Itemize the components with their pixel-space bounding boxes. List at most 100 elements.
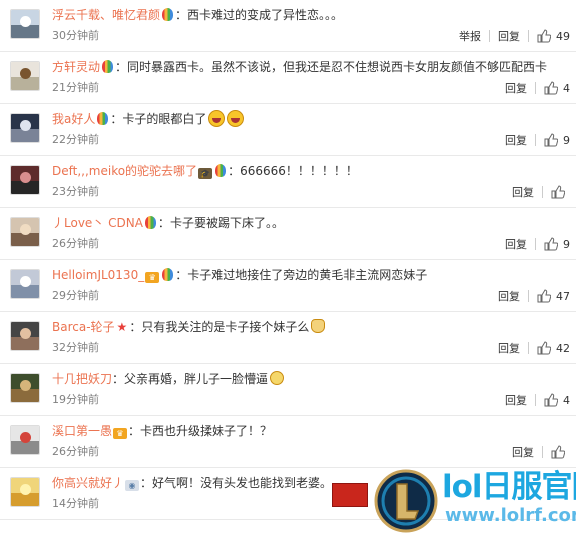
comment-username[interactable]: 浮云千载、唯忆君颜 [52, 8, 160, 22]
like-count: 4 [563, 393, 570, 407]
comment-actions: 回复 47 [498, 288, 570, 304]
like-count: 47 [556, 289, 570, 303]
thumbs-up-icon[interactable] [551, 445, 565, 459]
comment-colon: ： [128, 424, 141, 438]
action-divider [535, 134, 536, 146]
avatar[interactable] [10, 61, 40, 91]
league-of-legends-logo-icon [374, 469, 438, 533]
comment-text: 卡子的眼都白了 [122, 112, 207, 126]
comment-item: 丿Love丶 CDNA ：卡子要被踢下床了。。 26分钟前 回复 9 [0, 208, 576, 260]
reply-button[interactable]: 回复 [498, 288, 520, 304]
like-button[interactable] [551, 185, 570, 199]
like-button[interactable] [551, 445, 570, 459]
comment-time: 14分钟前 [52, 497, 99, 510]
comment-username[interactable]: Barca-轮子 [52, 320, 115, 334]
like-count: 49 [556, 29, 570, 43]
reply-button[interactable]: 回复 [505, 80, 527, 96]
comment-text: 父亲再婚，胖儿子一脸懵逼 [124, 372, 269, 386]
thumbs-up-icon[interactable] [544, 133, 558, 147]
comment-item: 溪口第一愚 ♛ ：卡西也升级揉妹子了！？ 26分钟前 回复 [0, 416, 576, 468]
reply-button[interactable]: 回复 [505, 392, 527, 408]
comment-username[interactable]: HelloimJL0130_ [52, 268, 144, 282]
comment-text: 同时暴露西卡。虽然不该说，但我还是忍不住想说西卡女朋友颜值不够匹配西卡 [127, 60, 548, 74]
like-button[interactable]: 9 [544, 237, 570, 251]
thumbs-up-icon[interactable] [537, 289, 551, 303]
action-divider [528, 342, 529, 354]
balloon-badge-icon [97, 112, 109, 125]
comment-username[interactable]: 你高兴就好丿 [52, 476, 124, 490]
comment-username[interactable]: 方轩灵动 [52, 60, 100, 74]
avatar[interactable] [10, 217, 40, 247]
comment-time: 21分钟前 [52, 81, 99, 94]
comment-list: 浮云千载、唯忆君颜 ：西卡难过的变成了异性恋。。。 30分钟前 举报 回复 49 方轩… [0, 0, 576, 520]
thumbs-up-icon[interactable] [544, 393, 558, 407]
action-divider [535, 82, 536, 94]
like-count: 9 [563, 237, 570, 251]
like-button[interactable]: 47 [537, 289, 570, 303]
avatar[interactable] [10, 477, 40, 507]
like-button[interactable]: 49 [537, 29, 570, 43]
avatar[interactable] [10, 425, 40, 455]
like-button[interactable]: 4 [544, 81, 570, 95]
comment-time: 29分钟前 [52, 289, 99, 302]
reply-button[interactable]: 回复 [505, 132, 527, 148]
comment-item: Deft,,,meiko的驼驼去哪了 🎓 ：666666！！！！！！ 23分钟前 回… [0, 156, 576, 208]
action-divider [528, 30, 529, 42]
thumbs-up-icon[interactable] [544, 81, 558, 95]
balloon-badge-icon [215, 164, 227, 177]
comment-item: 我a好人 ：卡子的眼都白了 22分钟前 回复 9 [0, 104, 576, 156]
comment-username[interactable]: 十几把妖刀 [52, 372, 112, 386]
comment-actions: 回复 9 [505, 236, 570, 252]
laugh-emoji-icon [227, 110, 245, 127]
like-button[interactable]: 42 [537, 341, 570, 355]
comment-colon: ： [175, 268, 188, 282]
action-divider [528, 290, 529, 302]
reply-button[interactable]: 回复 [512, 184, 534, 200]
comment-colon: ： [175, 8, 188, 22]
comment-username[interactable]: 溪口第一愚 [52, 424, 112, 438]
like-button[interactable]: 4 [544, 393, 570, 407]
comment-text: 只有我关注的是卡子接个妹子么 [141, 320, 310, 334]
thumbs-up-icon[interactable] [537, 29, 551, 43]
thumbs-up-icon[interactable] [537, 341, 551, 355]
comment-actions: 回复 4 [505, 392, 570, 408]
comment-username[interactable]: 我a好人 [52, 112, 95, 126]
comment-item: 浮云千载、唯忆君颜 ：西卡难过的变成了异性恋。。。 30分钟前 举报 回复 49 [0, 0, 576, 52]
laugh-emoji-icon [208, 110, 226, 127]
comment-colon: ： [112, 372, 125, 386]
thumbs-up-icon[interactable] [544, 237, 558, 251]
comment-time: 26分钟前 [52, 445, 99, 458]
reply-button[interactable]: 回复 [498, 340, 520, 356]
reply-button[interactable]: 回复 [498, 28, 520, 44]
site-watermark: lol日服官网 www.lolrf.com [332, 466, 576, 535]
comment-item: 方轩灵动 ：同时暴露西卡。虽然不该说，但我还是忍不住想说西卡女朋友颜值不够匹配西卡… [0, 52, 576, 104]
report-button[interactable]: 举报 [459, 28, 481, 44]
avatar[interactable] [10, 113, 40, 143]
comment-colon: ： [228, 164, 241, 178]
comment-colon: ： [157, 216, 170, 230]
comment-actions: 回复 9 [505, 132, 570, 148]
comment-actions: 回复 42 [498, 340, 570, 356]
comment-username[interactable]: 丿Love丶 CDNA [52, 216, 143, 230]
comment-text: 卡子要被踢下床了。。 [169, 216, 284, 230]
balloon-badge-icon [162, 268, 174, 281]
avatar[interactable] [10, 165, 40, 195]
comment-actions: 举报 回复 49 [459, 28, 570, 44]
comment-text: 卡子难过地接住了旁边的黄毛非主流网恋妹子 [187, 268, 428, 282]
avatar[interactable] [10, 373, 40, 403]
avatar[interactable] [10, 269, 40, 299]
comment-username[interactable]: Deft,,,meiko的驼驼去哪了 [52, 164, 197, 178]
action-divider [489, 30, 490, 42]
vip-badge-icon: ♛ [113, 428, 128, 439]
watermark-title: lol日服官网 [442, 469, 576, 505]
pale-emoji-icon [270, 371, 285, 385]
like-count: 4 [563, 81, 570, 95]
comment-time: 30分钟前 [52, 29, 99, 42]
action-divider [542, 446, 543, 458]
avatar[interactable] [10, 9, 40, 39]
like-button[interactable]: 9 [544, 133, 570, 147]
avatar[interactable] [10, 321, 40, 351]
thumbs-up-icon[interactable] [551, 185, 565, 199]
reply-button[interactable]: 回复 [512, 444, 534, 460]
reply-button[interactable]: 回复 [505, 236, 527, 252]
